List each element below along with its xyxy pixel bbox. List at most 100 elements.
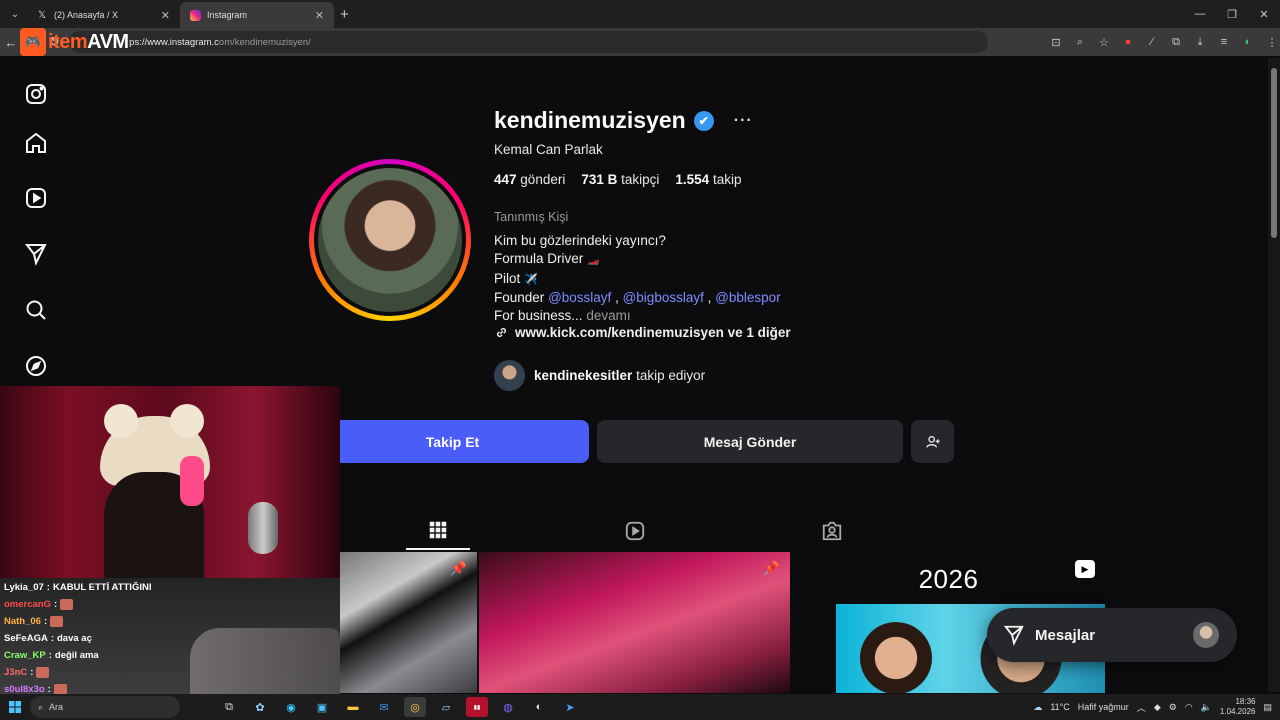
- tab-reels[interactable]: [603, 512, 667, 550]
- bookmark-star-icon[interactable]: ☆: [1096, 34, 1112, 50]
- direct-send-icon[interactable]: [22, 240, 50, 268]
- notes-icon[interactable]: ▱: [435, 697, 457, 717]
- tab-title: (2) Anasayfa / X: [54, 10, 119, 20]
- messages-floating-button[interactable]: Mesajlar: [987, 608, 1237, 662]
- send-message-button[interactable]: Mesaj Gönder: [597, 420, 903, 463]
- chat-username: SeFeAGA: [4, 633, 48, 644]
- profile-external-link[interactable]: www.kick.com/kendinemuzisyen ve 1 diğer: [494, 325, 791, 340]
- weather-temp: 11°C: [1050, 702, 1070, 712]
- edge-icon[interactable]: ◉: [280, 697, 302, 717]
- instagram-logo-icon[interactable]: [22, 80, 50, 108]
- bio-more-link[interactable]: devamı: [586, 308, 630, 323]
- conversation-avatar: [1193, 622, 1219, 648]
- post-tile[interactable]: 📌: [340, 552, 477, 693]
- search-icon[interactable]: [22, 296, 50, 324]
- file-explorer-icon[interactable]: ▬: [342, 697, 364, 717]
- voicemeeter-icon[interactable]: ▮▮: [466, 697, 488, 717]
- profile-icon[interactable]: ◐: [1240, 34, 1256, 50]
- url-path: om/kendinemuzisyen/: [218, 36, 311, 48]
- bio-line: For business... devamı: [494, 308, 631, 323]
- notifications-icon[interactable]: ▤: [1263, 702, 1272, 713]
- new-tab-icon[interactable]: +: [340, 6, 349, 23]
- suggested-users-button[interactable]: [911, 420, 954, 463]
- more-options-icon[interactable]: ···: [734, 112, 753, 130]
- restore-icon[interactable]: ❐: [1216, 0, 1248, 28]
- start-button[interactable]: [0, 701, 30, 713]
- tab-posts[interactable]: [406, 512, 470, 550]
- store-icon[interactable]: ▣: [311, 697, 333, 717]
- media-queue-icon[interactable]: ≡: [1216, 34, 1232, 50]
- tray-app-icon[interactable]: ◆: [1154, 702, 1161, 713]
- reels-icon[interactable]: [22, 184, 50, 212]
- bio-line: Kim bu gözlerindeki yayıncı?: [494, 233, 666, 248]
- tray-app-icon[interactable]: ⚙: [1169, 702, 1177, 713]
- scrollbar-thumb[interactable]: [1271, 68, 1277, 238]
- add-user-icon: [925, 435, 940, 448]
- chrome-icon[interactable]: ◎: [404, 697, 426, 717]
- volume-icon[interactable]: 🔈: [1201, 702, 1212, 713]
- tab-search-chevron-icon[interactable]: ⌄: [4, 3, 26, 25]
- profile-username-row: kendinemuzisyen ✔ ···: [494, 107, 753, 134]
- chat-username: Lykia_07: [4, 582, 44, 593]
- stat-followers[interactable]: 731 B takipçi: [581, 172, 659, 187]
- tab-instagram[interactable]: Instagram ✕: [180, 2, 334, 28]
- url-field[interactable]: ps://www.instagram.c om/kendinemuzisyen/: [69, 31, 988, 53]
- chat-message: J3nC:: [4, 664, 50, 681]
- mention-bosslayf[interactable]: @bosslayf: [548, 290, 611, 305]
- close-tab-icon[interactable]: ✕: [161, 9, 170, 22]
- discord-icon[interactable]: ◍: [497, 697, 519, 717]
- clock[interactable]: 18:36 1.04.2026: [1220, 697, 1256, 717]
- obs-icon[interactable]: ◐: [528, 697, 550, 717]
- profile-avatar-story-ring[interactable]: [309, 159, 471, 321]
- follow-button[interactable]: Takip Et: [316, 420, 589, 463]
- copilot-icon[interactable]: ✿: [249, 697, 271, 717]
- extension-slash-icon[interactable]: ⁄: [1144, 34, 1160, 50]
- steam-icon[interactable]: ➤: [559, 697, 581, 717]
- chat-separator: :: [54, 599, 58, 610]
- logo-text-avm: AVM: [87, 30, 129, 53]
- x-logo-icon: 𝕏: [37, 9, 47, 21]
- chat-message: Craw_KP: değil ama: [4, 647, 99, 664]
- browser-toolbar: ⊡ ⌕ ☆ ● ⁄ ⧉ ⤓ ≡ ◐ ⋮: [1048, 34, 1280, 50]
- instagram-sidebar: [0, 58, 72, 388]
- followed-by-suffix: takip ediyor: [636, 368, 706, 383]
- direct-send-icon: [1003, 625, 1024, 646]
- chat-username: Craw_KP: [4, 650, 46, 661]
- minimize-icon[interactable]: —: [1184, 0, 1216, 28]
- download-icon[interactable]: ⤓: [1192, 34, 1208, 50]
- followed-by-row[interactable]: kendinekesitler takip ediyor: [494, 360, 705, 391]
- page-scrollbar[interactable]: [1268, 58, 1280, 692]
- bio-line: Formula Driver 🏎️: [494, 251, 600, 266]
- menu-kebab-icon[interactable]: ⋮: [1264, 34, 1280, 50]
- streamer-webcam: [0, 386, 340, 578]
- weather-icon[interactable]: ☁: [1033, 702, 1042, 713]
- close-tab-icon[interactable]: ✕: [315, 9, 324, 22]
- pinned-icon: 📌: [762, 560, 780, 576]
- back-icon[interactable]: ←: [0, 35, 22, 50]
- browser-tab-bar: ⌄ 𝕏 (2) Anasayfa / X ✕ Instagram ✕ + — ❐…: [0, 0, 1280, 28]
- mention-bblespor[interactable]: @bblespor: [715, 290, 781, 305]
- stat-following[interactable]: 1.554 takip: [675, 172, 741, 187]
- extension-red-icon[interactable]: ●: [1120, 34, 1136, 50]
- mention-bigbosslayf[interactable]: @bigbosslayf: [623, 290, 704, 305]
- reels-icon: [625, 521, 645, 541]
- tab-x-home[interactable]: 𝕏 (2) Anasayfa / X ✕: [26, 2, 180, 28]
- profile-avatar: [318, 168, 462, 312]
- task-view-icon[interactable]: ⧉: [218, 697, 240, 717]
- explore-compass-icon[interactable]: [22, 352, 50, 380]
- outlook-icon[interactable]: ✉: [373, 697, 395, 717]
- extensions-puzzle-icon[interactable]: ⧉: [1168, 34, 1184, 50]
- network-icon[interactable]: ◠: [1185, 702, 1193, 713]
- tab-tagged[interactable]: [800, 512, 864, 550]
- home-icon[interactable]: [22, 129, 50, 157]
- chat-separator: :: [48, 650, 52, 661]
- close-window-icon[interactable]: ✕: [1248, 0, 1280, 28]
- taskbar-search[interactable]: ⌕ Ara: [30, 696, 180, 718]
- pinned-icon: 📌: [449, 560, 467, 576]
- post-tile[interactable]: 📌: [479, 552, 790, 693]
- install-app-icon[interactable]: ⊡: [1048, 34, 1064, 50]
- zoom-icon[interactable]: ⌕: [1072, 34, 1088, 50]
- race-car-emoji: 🏎️: [587, 255, 600, 266]
- profile-category: Tanınmış Kişi: [494, 210, 569, 224]
- tray-chevron-icon[interactable]: ︿: [1137, 701, 1146, 714]
